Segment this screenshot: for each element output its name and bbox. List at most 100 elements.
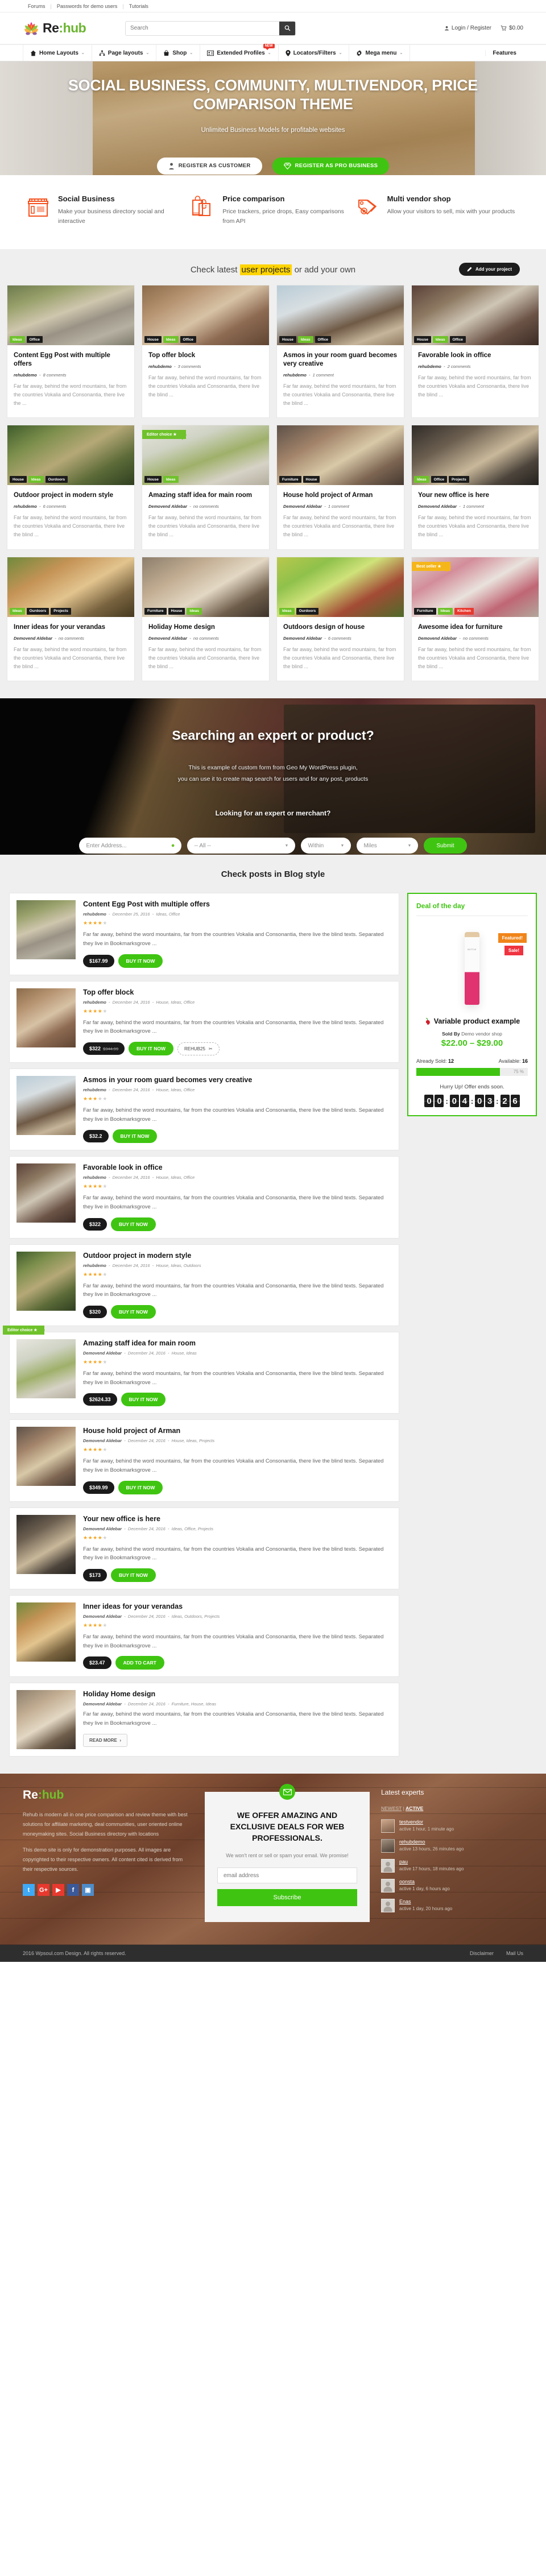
buy-it-now-button[interactable]: BUY IT NOW bbox=[118, 954, 163, 968]
card-tag[interactable]: Office bbox=[315, 336, 331, 343]
avatar[interactable] bbox=[381, 1899, 395, 1913]
project-card[interactable]: Editor choice ★ House Ideas Amazing staff… bbox=[142, 425, 270, 550]
card-image[interactable]: Ideas Ourdoors bbox=[277, 557, 404, 617]
card-tag[interactable]: Ideas bbox=[163, 476, 179, 483]
nav-item-extended-profiles[interactable]: NEW Extended Profiles ⌄ bbox=[200, 44, 279, 61]
coupon-code[interactable]: REHUB25 ✂ bbox=[177, 1042, 220, 1055]
card-tag[interactable]: Ourdoors bbox=[296, 607, 319, 615]
tab-active[interactable]: ACTIVE bbox=[406, 1805, 423, 1811]
card-tag[interactable]: Ideas bbox=[187, 607, 202, 615]
post-author[interactable]: rehubdemo bbox=[83, 1175, 106, 1180]
card-title[interactable]: Asmos in your room guard becomes very cr… bbox=[283, 351, 398, 368]
card-image[interactable]: Furniture House Ideas bbox=[142, 557, 269, 617]
card-tag[interactable]: Ideas bbox=[163, 336, 179, 343]
post-thumbnail[interactable] bbox=[16, 1163, 76, 1223]
facebook-icon[interactable]: f bbox=[67, 1884, 79, 1896]
card-tag[interactable]: Furniture bbox=[144, 607, 167, 615]
card-tag[interactable]: Ideas bbox=[279, 607, 295, 615]
card-tag[interactable]: Ideas bbox=[10, 607, 25, 615]
post-thumbnail[interactable] bbox=[16, 1339, 76, 1399]
site-logo[interactable]: Re:hub bbox=[23, 20, 119, 36]
post-title[interactable]: Amazing staff idea for main room bbox=[83, 1339, 392, 1347]
card-tag[interactable]: Ideas bbox=[10, 336, 25, 343]
card-title[interactable]: House hold project of Arman bbox=[283, 491, 398, 500]
expert-name[interactable]: oonsta bbox=[399, 1879, 450, 1885]
card-tag[interactable]: House bbox=[144, 476, 162, 483]
post-thumbnail[interactable] bbox=[16, 1514, 76, 1574]
card-tag[interactable]: Ideas bbox=[432, 336, 448, 343]
card-author[interactable]: rehubdemo bbox=[148, 364, 172, 369]
post-thumbnail[interactable] bbox=[16, 900, 76, 960]
post-author[interactable]: Demovend Aldebar bbox=[83, 1701, 122, 1707]
post-title[interactable]: Holiday Home design bbox=[83, 1690, 392, 1698]
post-thumbnail[interactable] bbox=[16, 1690, 76, 1750]
post-author[interactable]: Demovend Aldebar bbox=[83, 1351, 122, 1356]
card-image[interactable]: House Ideas Office bbox=[412, 285, 539, 345]
topbar-link-forums[interactable]: Forums bbox=[23, 3, 51, 9]
card-image[interactable]: Ideas Office Projects bbox=[412, 425, 539, 486]
vendor-name[interactable]: Demo vendor shop bbox=[461, 1031, 502, 1037]
card-tag[interactable]: Ideas bbox=[28, 476, 44, 483]
youtube-icon[interactable]: ▶ bbox=[52, 1884, 64, 1896]
card-tag[interactable]: Ourdoors bbox=[45, 476, 68, 483]
card-image[interactable]: Ideas Office bbox=[7, 285, 134, 345]
card-tag[interactable]: House bbox=[279, 336, 296, 343]
card-author[interactable]: Demovend Aldebar bbox=[283, 636, 322, 641]
card-title[interactable]: Top offer block bbox=[148, 351, 263, 360]
post-thumbnail[interactable] bbox=[16, 988, 76, 1047]
nav-item-home-layouts[interactable]: Home Layouts ⌄ bbox=[23, 45, 92, 61]
card-image[interactable]: House Ideas Ourdoors bbox=[7, 425, 134, 486]
post-thumbnail[interactable] bbox=[16, 1251, 76, 1311]
twitter-icon[interactable]: t bbox=[23, 1884, 35, 1896]
nav-item-mega-menu[interactable]: Mega menu ⌄ bbox=[349, 45, 411, 61]
topbar-link-passwords[interactable]: Passwords for demo users bbox=[52, 3, 123, 9]
deal-product-name[interactable]: Variable product example bbox=[416, 1017, 528, 1025]
card-title[interactable]: Favorable look in office bbox=[418, 351, 532, 360]
card-tag[interactable]: Ideas bbox=[414, 476, 429, 483]
map-pin-icon[interactable]: ● bbox=[171, 842, 175, 849]
card-tag[interactable]: Office bbox=[26, 336, 43, 343]
buy-it-now-button[interactable]: BUY IT NOW bbox=[111, 1217, 156, 1231]
avatar[interactable] bbox=[381, 1819, 395, 1833]
card-tag[interactable]: Office bbox=[431, 476, 448, 483]
card-tag[interactable]: Office bbox=[180, 336, 196, 343]
card-author[interactable]: rehubdemo bbox=[14, 504, 37, 509]
card-tag[interactable]: Projects bbox=[449, 476, 469, 483]
card-title[interactable]: Amazing staff idea for main room bbox=[148, 491, 263, 500]
post-title[interactable]: Content Egg Post with multiple offers bbox=[83, 900, 392, 908]
card-tag[interactable]: House bbox=[144, 336, 162, 343]
buy-it-now-button[interactable]: BUY IT NOW bbox=[112, 1129, 158, 1144]
card-tag[interactable]: Furniture bbox=[414, 607, 436, 615]
search-bar[interactable] bbox=[125, 20, 296, 36]
card-image[interactable]: Best seller ★ Furniture Ideas Kitchen bbox=[412, 557, 539, 617]
google-plus-icon[interactable]: G+ bbox=[38, 1884, 49, 1896]
post-author[interactable]: rehubdemo bbox=[83, 1263, 106, 1268]
card-title[interactable]: Inner ideas for your verandas bbox=[14, 623, 128, 632]
post-title[interactable]: House hold project of Arman bbox=[83, 1427, 392, 1435]
card-title[interactable]: Outdoor project in modern style bbox=[14, 491, 128, 500]
avatar[interactable] bbox=[381, 1859, 395, 1873]
card-author[interactable]: Demovend Aldebar bbox=[14, 636, 52, 641]
within-select[interactable]: Within ▼ bbox=[301, 838, 351, 854]
buy-it-now-button[interactable]: BUY IT NOW bbox=[129, 1042, 173, 1056]
nav-item-shop[interactable]: Shop ⌄ bbox=[156, 45, 201, 61]
card-author[interactable]: rehubdemo bbox=[14, 372, 37, 378]
project-card[interactable]: Ideas Office Content Egg Post with multip… bbox=[7, 285, 135, 419]
project-card[interactable]: House Ideas Office Top offer block rehubde… bbox=[142, 285, 270, 419]
card-author[interactable]: Demovend Aldebar bbox=[418, 636, 457, 641]
expert-name[interactable]: testvendor bbox=[399, 1819, 454, 1825]
card-author[interactable]: Demovend Aldebar bbox=[283, 504, 322, 509]
project-card[interactable]: Furniture House Ideas Holiday Home design … bbox=[142, 556, 270, 682]
register-as-customer-button[interactable]: REGISTER AS CUSTOMER bbox=[156, 157, 262, 175]
card-author[interactable]: rehubdemo bbox=[418, 364, 441, 369]
buy-it-now-button[interactable]: BUY IT NOW bbox=[111, 1568, 156, 1583]
card-tag[interactable]: Projects bbox=[51, 607, 71, 615]
project-card[interactable]: Best seller ★ Furniture Ideas Kitchen Awes… bbox=[411, 556, 539, 682]
project-card[interactable]: Furniture House House hold project of Arm… bbox=[276, 425, 404, 550]
topbar-link-tutorials[interactable]: Tutorials bbox=[124, 3, 154, 9]
deal-product-image[interactable]: Featured! Sale! bbox=[416, 923, 528, 1014]
card-tag[interactable]: Ourdoors bbox=[26, 607, 49, 615]
search-button[interactable] bbox=[279, 21, 295, 35]
newsletter-email-input[interactable] bbox=[217, 1867, 357, 1884]
card-title[interactable]: Your new office is here bbox=[418, 491, 532, 500]
